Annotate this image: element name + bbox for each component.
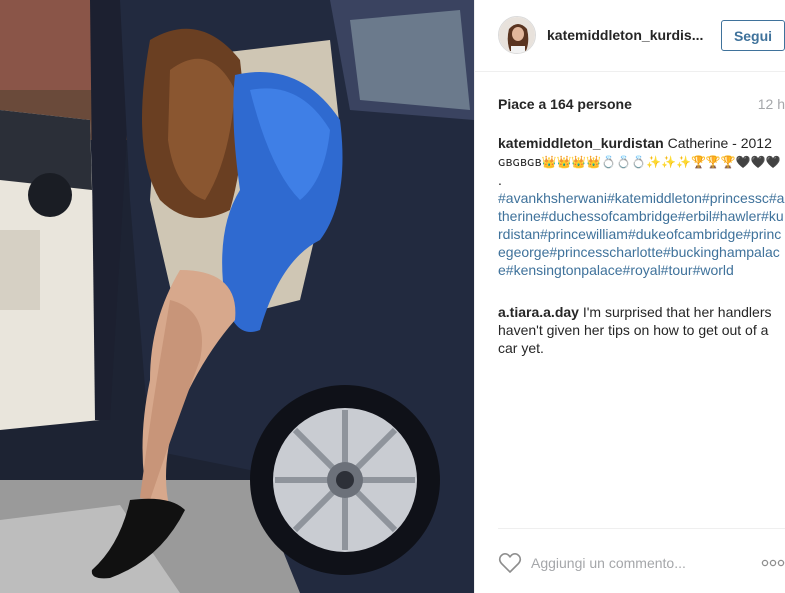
post-caption: katemiddleton_kurdistan Catherine - 2012… [498, 134, 785, 279]
post-photo[interactable] [0, 0, 474, 593]
comment-item: a.tiara.a.day I'm surprised that her han… [498, 303, 785, 357]
post-header: katemiddleton_kurdis... Segui [475, 0, 785, 72]
heart-icon[interactable] [498, 552, 522, 574]
post-footer [475, 528, 785, 593]
caption-emoji-line: ɢʙɢʙɢʙ👑👑👑👑💍💍💍✨✨✨🏆🏆🏆🖤🖤🖤 [498, 155, 781, 169]
avatar-image [499, 17, 535, 53]
post-time[interactable]: 12 h [745, 96, 785, 112]
post-details-panel: katemiddleton_kurdis... Segui Piace a 16… [474, 0, 785, 593]
photo-car-scene [0, 0, 474, 593]
username-header-link[interactable]: katemiddleton_kurdis... [547, 27, 707, 43]
avatar[interactable] [498, 16, 536, 54]
more-options-icon[interactable] [761, 559, 785, 567]
caption-text: Catherine - 2012 [667, 135, 772, 151]
caption-dot: . [498, 172, 502, 188]
caption-hashtags-link[interactable]: #avankhsherwani#katemiddleton#princessc#… [498, 190, 784, 278]
comment-input[interactable] [531, 552, 731, 574]
follow-button[interactable]: Segui [721, 20, 785, 51]
comment-username-link[interactable]: a.tiara.a.day [498, 304, 579, 320]
caption-username-link[interactable]: katemiddleton_kurdistan [498, 135, 664, 151]
likes-count[interactable]: Piace a 164 persone [498, 96, 758, 112]
